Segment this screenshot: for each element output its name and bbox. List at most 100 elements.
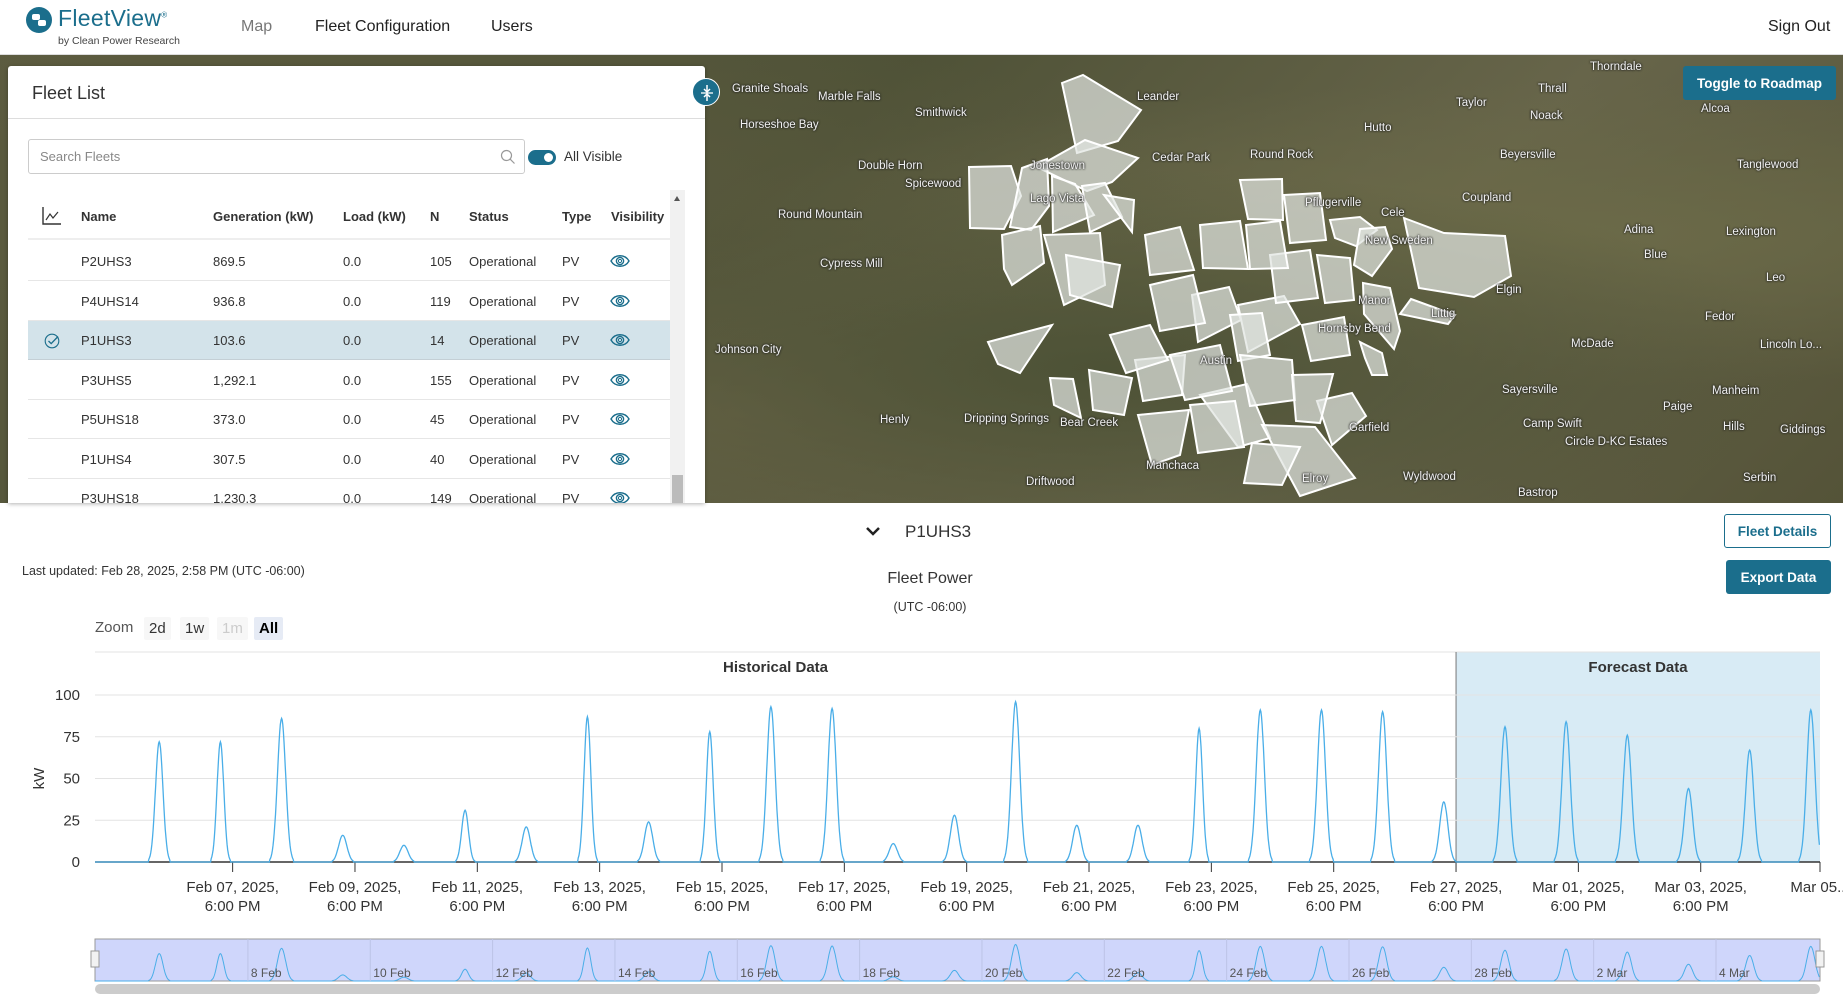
fleet-polygon[interactable]: [1143, 225, 1196, 277]
fleet-polygon[interactable]: [1060, 73, 1143, 155]
fleet-polygon[interactable]: [1398, 297, 1457, 326]
fleet-list-panel: Fleet List All Visible Name Generation (…: [8, 66, 705, 503]
visibility-eye-icon[interactable]: [610, 372, 630, 388]
cell-status: Operational: [469, 412, 537, 427]
cell-load: 0.0: [343, 412, 362, 427]
zoom-2d-button[interactable]: 2d: [144, 617, 171, 640]
chevron-down-icon[interactable]: [865, 525, 881, 537]
column-header-load[interactable]: Load (kW): [343, 209, 406, 224]
column-header-visibility[interactable]: Visibility: [611, 209, 664, 224]
zoom-1w-button[interactable]: 1w: [180, 617, 210, 640]
search-fleets-input[interactable]: [29, 140, 469, 173]
fleet-polygon[interactable]: [1238, 177, 1285, 222]
export-data-button[interactable]: Export Data: [1726, 560, 1831, 594]
fleet-polygon[interactable]: [1087, 368, 1134, 417]
fleet-polygon[interactable]: [1315, 253, 1356, 305]
navigator-label: 22 Feb: [1107, 966, 1145, 980]
column-header-name[interactable]: Name: [81, 209, 116, 224]
cell-n: 105: [430, 254, 452, 269]
x-tick-label-time: 6:00 PM: [205, 898, 261, 915]
scroll-thumb[interactable]: [672, 475, 683, 503]
navigator-right-handle[interactable]: [1815, 950, 1825, 968]
visibility-eye-icon[interactable]: [610, 253, 630, 269]
visibility-eye-icon[interactable]: [610, 451, 630, 467]
visibility-eye-icon[interactable]: [610, 490, 630, 503]
table-row[interactable]: P4UHS14 936.8 0.0 119 Operational PV: [28, 282, 670, 321]
fleet-polygon[interactable]: [1228, 311, 1272, 363]
fleet-polygon[interactable]: [1244, 219, 1290, 271]
navigator-label: 8 Feb: [251, 966, 282, 980]
visibility-eye-icon[interactable]: [610, 332, 630, 348]
table-row[interactable]: P2UHS3 869.5 0.0 105 Operational PV: [28, 242, 670, 281]
fleet-polygon[interactable]: [1300, 315, 1352, 363]
chart-subtitle: (UTC -06:00): [893, 600, 967, 614]
fleet-details-button[interactable]: Fleet Details: [1724, 514, 1831, 548]
cell-name: P1UHS4: [81, 451, 132, 467]
fleet-polygon[interactable]: [1148, 273, 1207, 333]
x-tick-label-time: 6:00 PM: [1550, 898, 1606, 915]
navigator-label: 20 Feb: [985, 966, 1023, 980]
collapse-arrows-icon: [701, 85, 713, 101]
cell-n: 14: [430, 333, 445, 348]
fleet-polygon[interactable]: [1008, 157, 1051, 232]
fleet-polygon[interactable]: [1238, 353, 1297, 408]
table-row[interactable]: P3UHS18 1,230.3 0.0 149 Operational PV: [28, 479, 670, 503]
chart-icon[interactable]: [42, 207, 62, 225]
cell-status: Operational: [469, 333, 537, 348]
fleet-polygon[interactable]: [1352, 225, 1394, 278]
fleet-polygon[interactable]: [1358, 340, 1389, 376]
fleet-polygon[interactable]: [986, 323, 1055, 375]
collapse-panel-button[interactable]: [692, 78, 720, 106]
fleet-polygon[interactable]: [1000, 224, 1046, 287]
app-header: FleetView® by Clean Power Research Map F…: [0, 0, 1843, 55]
navigator-scrollbar[interactable]: [95, 984, 1820, 994]
column-header-type[interactable]: Type: [562, 209, 591, 224]
visibility-eye-icon[interactable]: [610, 411, 630, 427]
table-row[interactable]: P1UHS4 307.5 0.0 40 Operational PV: [28, 440, 670, 479]
x-tick-label: Feb 25, 2025,: [1287, 879, 1380, 896]
last-updated-text: Last updated: Feb 28, 2025, 2:58 PM (UTC…: [22, 564, 305, 578]
nav-map[interactable]: Map: [241, 18, 272, 36]
table-row[interactable]: P1UHS3 103.6 0.0 14 Operational PV: [28, 321, 670, 360]
brand-subtitle: by Clean Power Research: [58, 35, 180, 47]
cell-generation: 307.5: [213, 451, 246, 467]
visibility-eye-icon[interactable]: [610, 293, 630, 309]
table-row[interactable]: P3UHS5 1,292.1 0.0 155 Operational PV: [28, 361, 670, 400]
all-visible-toggle[interactable]: [528, 150, 556, 165]
column-header-status[interactable]: Status: [469, 209, 509, 224]
fleet-polygon[interactable]: [1188, 399, 1246, 455]
x-tick-label-time: 6:00 PM: [449, 898, 505, 915]
column-header-n[interactable]: N: [430, 209, 439, 224]
zoom-all-button[interactable]: All: [254, 617, 284, 640]
nav-users[interactable]: Users: [491, 18, 533, 36]
navigator-label: 4 Mar: [1719, 966, 1750, 980]
fleet-polygon[interactable]: [1402, 216, 1513, 299]
cell-type: PV: [562, 491, 580, 503]
cell-n: 119: [430, 293, 451, 309]
search-fleets-box[interactable]: [28, 139, 525, 174]
table-scrollbar[interactable]: [670, 190, 685, 503]
scroll-up-arrow-icon[interactable]: [674, 196, 680, 201]
nav-fleet-configuration[interactable]: Fleet Configuration: [315, 18, 450, 36]
fleet-polygon[interactable]: [1361, 281, 1402, 351]
navigator-left-handle[interactable]: [90, 950, 100, 968]
x-tick-label: Feb 15, 2025,: [676, 879, 769, 896]
fleet-polygon[interactable]: [1282, 191, 1328, 245]
navigator-window[interactable]: [94, 938, 1821, 982]
x-tick-label-time: 6:00 PM: [1673, 898, 1729, 915]
cell-type: PV: [562, 254, 580, 269]
x-tick-label-time: 6:00 PM: [572, 898, 628, 915]
fleet-power-chart[interactable]: Historical Data Forecast Data 0 25 50 75 100 kW…: [0, 640, 1843, 1001]
toggle-roadmap-button[interactable]: Toggle to Roadmap: [1683, 66, 1836, 100]
table-row[interactable]: P5UHS18 373.0 0.0 45 Operational PV: [28, 400, 670, 439]
search-icon[interactable]: [500, 149, 516, 165]
zoom-1m-button[interactable]: 1m: [217, 617, 248, 640]
cell-name: P1UHS3: [81, 333, 132, 348]
cell-status: Operational: [469, 372, 537, 388]
x-tick-label: Feb 21, 2025,: [1043, 879, 1136, 896]
fleet-polygon[interactable]: [1198, 219, 1250, 271]
column-header-generation[interactable]: Generation (kW): [213, 209, 313, 224]
fleet-polygon[interactable]: [1048, 376, 1083, 420]
sign-out-link[interactable]: Sign Out: [1768, 18, 1830, 36]
fleet-polygon[interactable]: [1136, 408, 1191, 467]
